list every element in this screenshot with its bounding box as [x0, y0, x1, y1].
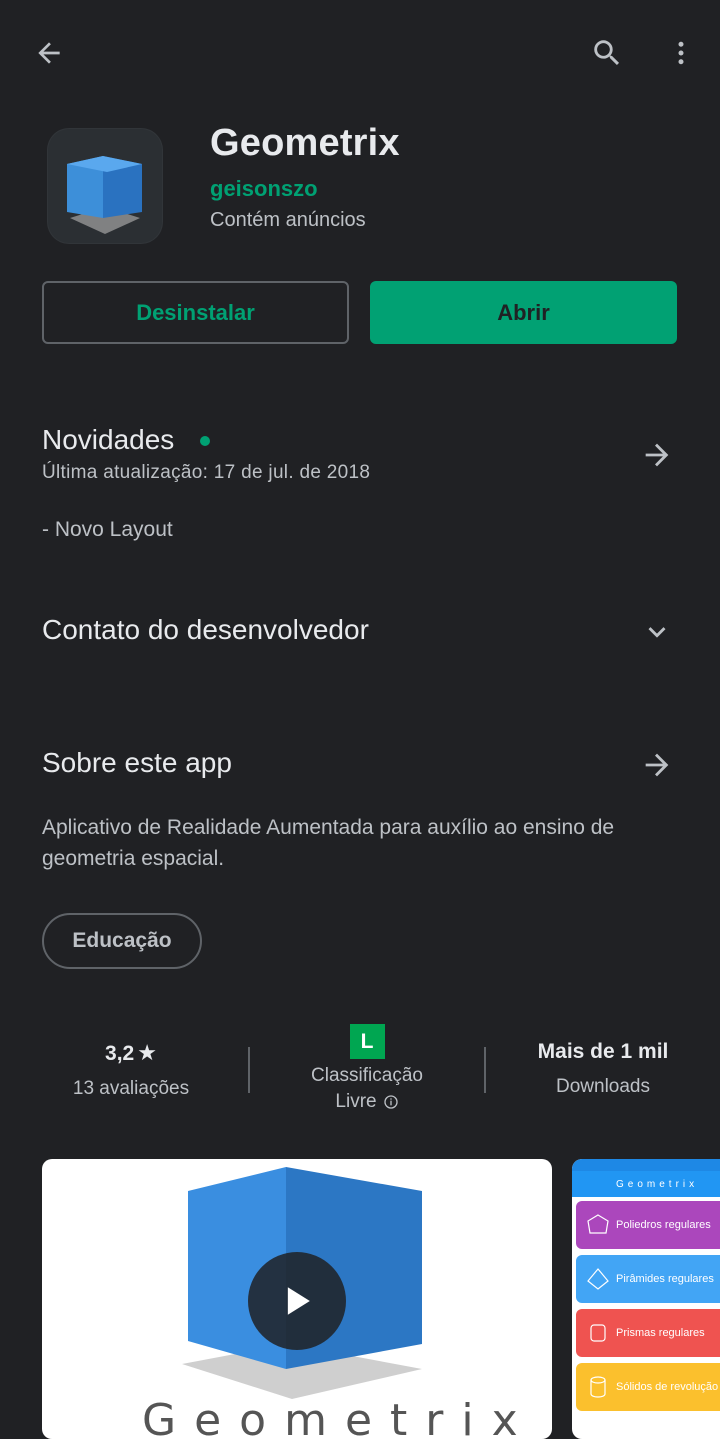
new-indicator-dot [200, 436, 210, 446]
content-rating-label: Classificação [311, 1065, 423, 1086]
arrow-back-icon [38, 42, 60, 64]
play-icon [287, 1287, 310, 1315]
screenshot-menu-label: Pirâmides regulares [616, 1273, 714, 1285]
downloads-stat: Mais de 1 mil Downloads [508, 1040, 698, 1098]
about-app-description: Aplicativo de Realidade Aumentada para a… [42, 816, 615, 870]
screenshot-app-header: Geometrix [572, 1171, 720, 1197]
content-rating-stat[interactable]: L Classificação Livre [272, 1024, 462, 1113]
screenshot-menu-label: Sólidos de revolução [616, 1381, 719, 1393]
blue-cube-icon [67, 156, 142, 234]
screenshot-menu-label: Poliedros regulares [616, 1219, 711, 1231]
pyramid-icon [587, 1268, 609, 1290]
stats-divider [484, 1047, 486, 1093]
category-chip[interactable]: Educação [42, 913, 202, 969]
search-icon [594, 40, 620, 66]
back-button[interactable] [24, 30, 74, 76]
whats-new-body: - Novo Layout [42, 518, 173, 541]
content-rating-value-row: Livre [272, 1091, 462, 1113]
polyhedron-icon [587, 1214, 609, 1234]
developer-link[interactable]: geisonszo [210, 176, 318, 202]
info-icon [383, 1095, 398, 1109]
video-caption: Geometrix [142, 1395, 536, 1439]
search-button[interactable] [580, 30, 634, 76]
arrow-forward-icon [645, 753, 669, 777]
about-app-arrow-button[interactable] [636, 744, 678, 786]
rating-value: 3,2 ★ [40, 1040, 222, 1066]
stats-divider [248, 1047, 250, 1093]
last-update-date: Última atualização: 17 de jul. de 2018 [42, 462, 371, 483]
prism-icon [590, 1324, 606, 1342]
screenshot-menu-item: Sólidos de revolução [576, 1363, 720, 1411]
star-icon: ★ [137, 1040, 157, 1065]
content-rating-badge: L [349, 1024, 385, 1059]
arrow-forward-icon [645, 443, 669, 467]
rating-number: 3,2 [105, 1042, 135, 1065]
whats-new-title: Novidades [42, 424, 175, 455]
open-button[interactable]: Abrir [370, 281, 677, 344]
app-screenshot[interactable]: Geometrix Poliedros regulares Pirâmides … [572, 1159, 720, 1439]
play-button[interactable] [248, 1252, 346, 1350]
screenshot-menu-item: Pirâmides regulares [576, 1255, 720, 1303]
screenshot-status-bar [572, 1159, 720, 1171]
more-vert-icon [678, 41, 684, 65]
cylinder-icon [590, 1376, 606, 1398]
whats-new-arrow-button[interactable] [636, 434, 678, 476]
app-icon [47, 128, 163, 244]
content-rating-value: Livre [335, 1091, 377, 1112]
rating-count: 13 avaliações [72, 1078, 190, 1099]
screenshot-menu-label: Prismas regulares [616, 1327, 705, 1339]
app-title: Geometrix [210, 122, 400, 164]
downloads-value: Mais de 1 mil [537, 1040, 669, 1063]
developer-contact-title[interactable]: Contato do desenvolvedor [42, 614, 369, 646]
screenshot-menu-item: Poliedros regulares [576, 1201, 720, 1249]
ads-notice: Contém anúncios [210, 209, 366, 231]
chevron-down-icon [648, 627, 666, 638]
more-options-button[interactable] [656, 30, 706, 76]
downloads-label: Downloads [556, 1076, 650, 1097]
promo-video-thumbnail[interactable]: Geometrix [42, 1159, 552, 1439]
developer-contact-expand-button[interactable] [636, 612, 678, 652]
rating-stat: 3,2 ★ 13 avaliações [40, 1040, 222, 1100]
screenshot-menu-item: Prismas regulares [576, 1309, 720, 1357]
about-app-title: Sobre este app [42, 747, 232, 778]
uninstall-button[interactable]: Desinstalar [42, 281, 349, 344]
